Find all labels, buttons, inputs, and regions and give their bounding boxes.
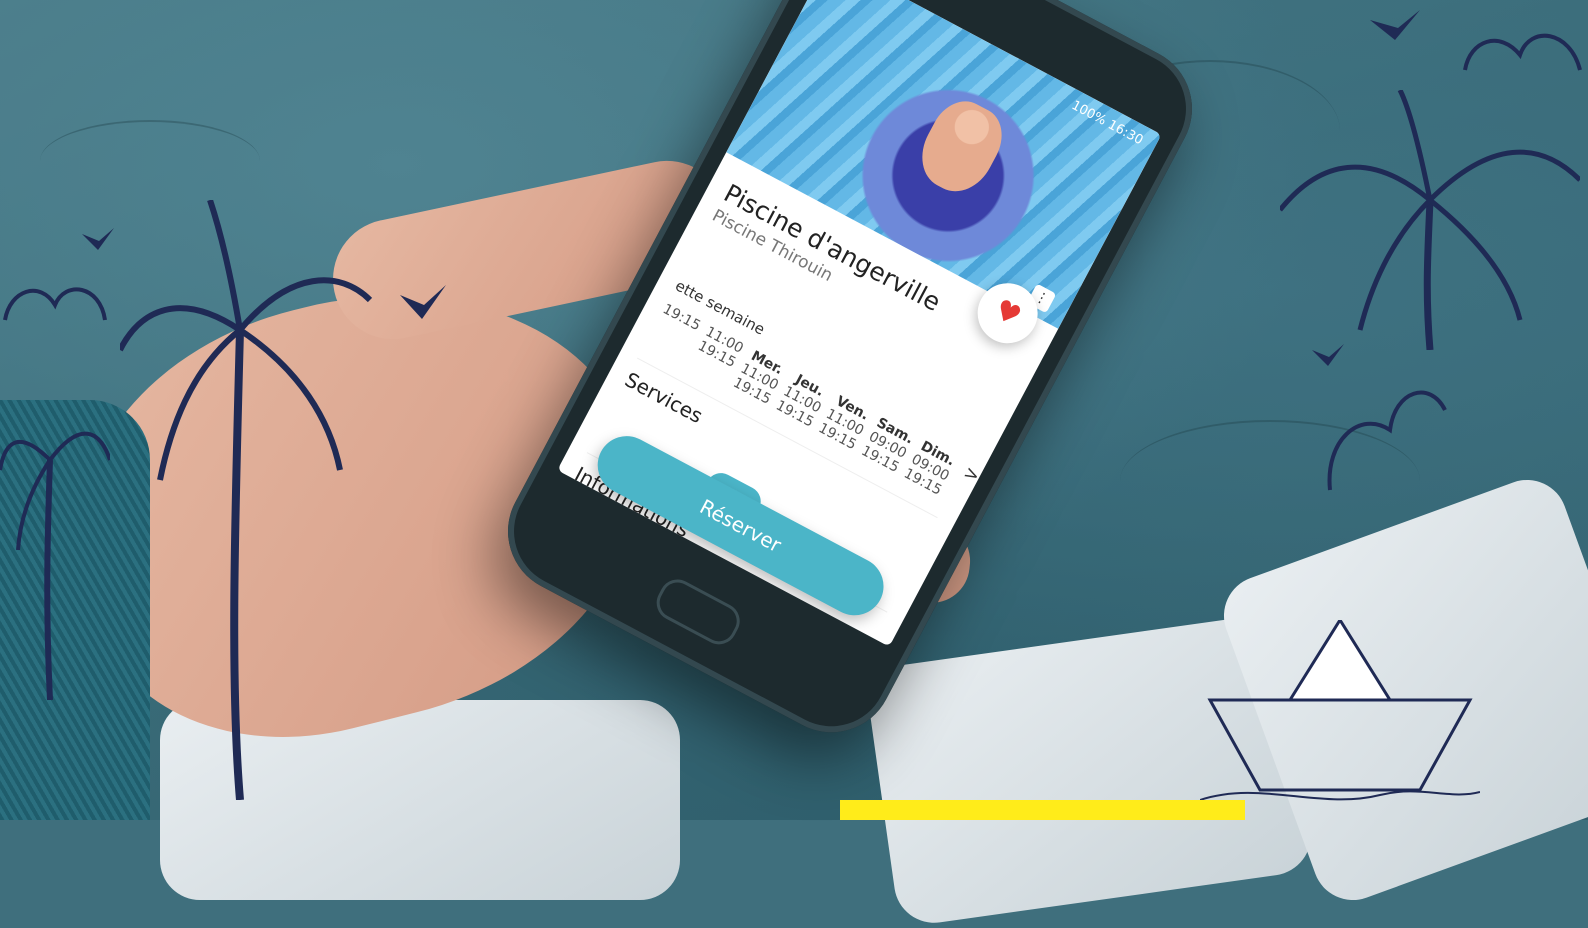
next-week-chevron-icon[interactable]: > <box>947 462 983 511</box>
day-time: 19:15 <box>659 301 704 335</box>
bird-icon <box>400 285 446 319</box>
baby-figure <box>909 90 1014 204</box>
cloud-illustration <box>1463 33 1582 71</box>
home-button[interactable] <box>650 573 747 651</box>
cloud-illustration <box>3 287 107 321</box>
palm-tree-illustration <box>120 200 373 800</box>
status-bar: 100% 16:30 <box>1068 98 1146 149</box>
yellow-banner-strip <box>840 800 1245 820</box>
palm-tree-illustration <box>1280 90 1580 350</box>
palm-tree-illustration <box>0 431 110 700</box>
bird-icon <box>82 228 114 250</box>
paper-boat-illustration <box>1200 620 1480 801</box>
cloud-illustration <box>1327 390 1447 491</box>
bird-icon <box>1370 10 1420 40</box>
pavement-crack <box>40 120 260 202</box>
schedule-day: Dim. 09:00 19:15 <box>901 437 959 498</box>
